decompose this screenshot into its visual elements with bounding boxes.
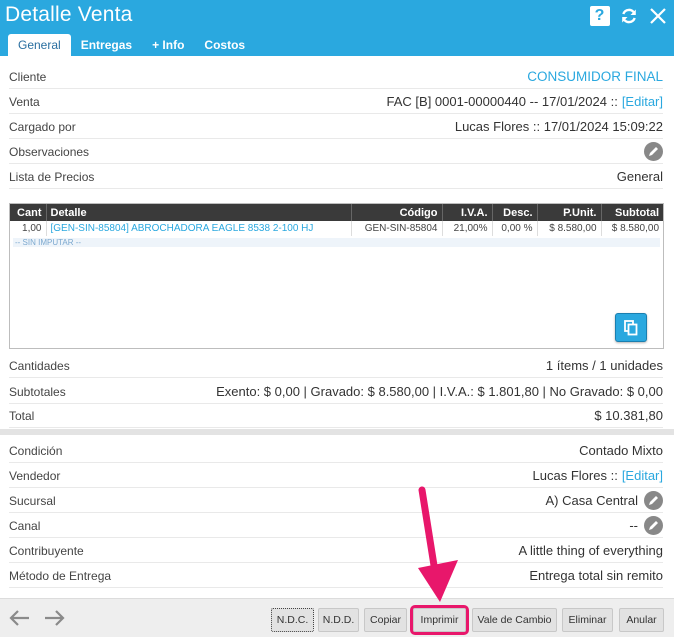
lista-row: Lista de Precios General (9, 165, 663, 189)
total-row: Total $ 10.381,80 (9, 404, 663, 428)
pencil-icon[interactable] (644, 142, 663, 161)
venta-value-group: FAC [B] 0001-00000440 -- 17/01/2024 :: [… (387, 94, 663, 109)
cantidades-label: Cantidades (9, 358, 70, 373)
vendedor-row: Vendedor Lucas Flores :: [Editar] (9, 464, 663, 488)
venta-row: Venta FAC [B] 0001-00000440 -- 17/01/202… (9, 90, 663, 114)
anular-button[interactable]: Anular (619, 608, 664, 632)
cargado-label: Cargado por (9, 119, 76, 134)
copy-button[interactable] (615, 313, 647, 342)
close-icon[interactable] (647, 5, 668, 26)
canal-value: -- (629, 518, 638, 533)
cantidades-value: 1 ítems / 1 unidades (545, 358, 663, 373)
window-controls: ? (589, 5, 668, 26)
venta-label: Venta (9, 94, 40, 109)
canal-row: Canal -- (9, 514, 663, 538)
vendedor-edit-link[interactable]: [Editar] (622, 468, 663, 483)
lista-value: General (616, 169, 663, 184)
subtotales-row: Subtotales Exento: $ 0,00 | Gravado: $ 8… (9, 380, 663, 404)
help-icon[interactable]: ? (589, 5, 610, 26)
sucursal-label: Sucursal (9, 493, 56, 508)
cliente-link[interactable]: CONSUMIDOR FINAL (527, 69, 663, 84)
col-cant[interactable]: Cant (10, 204, 47, 221)
condicion-label: Condición (9, 443, 63, 458)
contribuyente-label: Contribuyente (9, 543, 84, 558)
table-header-row: Cant Detalle Código I.V.A. Desc. P.Unit.… (10, 204, 663, 221)
ndd-button[interactable]: N.D.D. (318, 608, 359, 632)
cargado-value: Lucas Flores :: 17/01/2024 15:09:22 (454, 119, 663, 134)
tab-general[interactable]: General (8, 34, 71, 56)
col-punit[interactable]: P.Unit. (537, 204, 602, 221)
items-table: Cant Detalle Código I.V.A. Desc. P.Unit.… (10, 204, 663, 236)
tab-costos[interactable]: Costos (194, 34, 255, 56)
copy-icon (624, 319, 638, 335)
pencil-icon[interactable] (644, 516, 663, 535)
col-detalle[interactable]: Detalle (46, 204, 352, 221)
items-grid: Cant Detalle Código I.V.A. Desc. P.Unit.… (9, 203, 664, 349)
observaciones-label: Observaciones (9, 144, 90, 159)
cantidades-row: Cantidades 1 ítems / 1 unidades (9, 354, 663, 378)
tab-info[interactable]: + Info (142, 34, 194, 56)
arrow-left-icon[interactable] (8, 608, 32, 628)
cell-subtotal: $ 8.580,00 (611, 223, 659, 234)
window-title: Detalle Venta (5, 3, 133, 26)
col-codigo[interactable]: Código (351, 204, 443, 221)
imprimir-button[interactable]: Imprimir (410, 605, 469, 635)
observaciones-row: Observaciones (9, 140, 663, 164)
sucursal-value-group: A) Casa Central (546, 491, 663, 510)
col-desc[interactable]: Desc. (492, 204, 538, 221)
sucursal-value: A) Casa Central (545, 493, 638, 508)
vendedor-value-group: Lucas Flores :: [Editar] (533, 468, 663, 483)
contribuyente-value: A little thing of everything (518, 543, 663, 558)
section-divider (0, 429, 674, 435)
col-iva[interactable]: I.V.A. (442, 204, 493, 221)
vendedor-value: Lucas Flores :: (532, 468, 618, 483)
cargado-row: Cargado por Lucas Flores :: 17/01/2024 1… (9, 115, 663, 139)
cell-cant: 1,00 (10, 221, 47, 236)
canal-value-group: -- (629, 516, 663, 535)
sucursal-row: Sucursal A) Casa Central (9, 489, 663, 513)
total-label: Total (9, 408, 35, 423)
venta-edit-link[interactable]: [Editar] (622, 94, 663, 109)
subtotales-value: Exento: $ 0,00 | Gravado: $ 8.580,00 | I… (216, 384, 663, 399)
metodo-label: Método de Entrega (9, 568, 112, 583)
eliminar-button[interactable]: Eliminar (562, 608, 613, 632)
vendedor-label: Vendedor (9, 468, 61, 483)
cell-desc: 0,00 % (492, 221, 538, 236)
cliente-row: Cliente CONSUMIDOR FINAL (9, 65, 663, 89)
cliente-label: Cliente (9, 69, 47, 84)
metodo-value: Entrega total sin remito (529, 568, 663, 583)
col-subtotal[interactable]: Subtotal (601, 204, 663, 221)
tab-bar: General Entregas + Info Costos (8, 34, 255, 56)
condicion-row: Condición Contado Mixto (9, 439, 663, 463)
condicion-value: Contado Mixto (579, 443, 663, 458)
lista-label: Lista de Precios (9, 169, 95, 184)
cell-iva: 21,00% (442, 221, 493, 236)
contribuyente-row: Contribuyente A little thing of everythi… (9, 539, 663, 563)
metodo-row: Método de Entrega Entrega total sin remi… (9, 564, 663, 588)
cell-punit: $ 8.580,00 (537, 221, 602, 236)
table-row[interactable]: 1,00 [GEN-SIN-85804] ABROCHADORA EAGLE 8… (10, 221, 663, 236)
arrow-right-icon[interactable] (42, 608, 66, 628)
bottom-toolbar: N.D.C. N.D.D. Copiar Imprimir Vale de Ca… (0, 598, 674, 637)
subtotales-label: Subtotales (9, 384, 66, 399)
sin-imputar-label: -- SIN IMPUTAR -- (13, 238, 660, 247)
venta-value: FAC [B] 0001-00000440 -- 17/01/2024 :: (386, 94, 618, 109)
pencil-icon[interactable] (644, 491, 663, 510)
cell-codigo: GEN-SIN-85804 (351, 221, 443, 236)
copiar-button[interactable]: Copiar (364, 608, 407, 632)
canal-label: Canal (9, 518, 41, 533)
vale-de-cambio-button[interactable]: Vale de Cambio (472, 608, 557, 632)
cell-detalle[interactable]: [GEN-SIN-85804] ABROCHADORA EAGLE 8538 2… (46, 221, 352, 236)
title-bar: Detalle Venta ? General Entregas + Info … (0, 0, 674, 56)
ndc-button[interactable]: N.D.C. (271, 608, 314, 632)
total-value: $ 10.381,80 (594, 408, 663, 423)
refresh-icon[interactable] (618, 5, 639, 26)
tab-entregas[interactable]: Entregas (71, 34, 142, 56)
annotation-arrow-icon (418, 486, 458, 602)
